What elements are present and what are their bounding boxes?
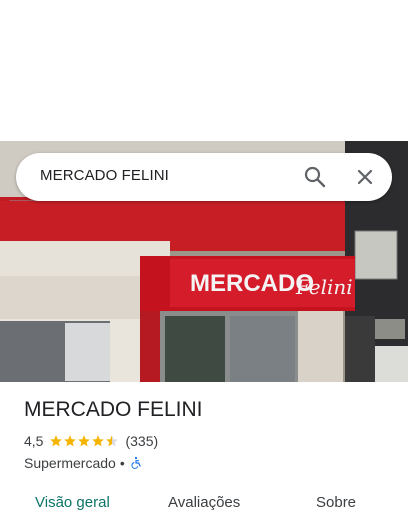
search-input[interactable]: MERCADO FELINI — [40, 167, 169, 184]
tab-about[interactable]: Sobre — [316, 494, 356, 511]
close-button[interactable] — [349, 161, 381, 193]
search-button[interactable] — [299, 161, 331, 193]
tab-overview[interactable]: Visão geral — [35, 494, 110, 511]
star-rating — [49, 434, 119, 448]
rating-row[interactable]: 4,5 (335) — [24, 432, 158, 450]
star-icon — [50, 435, 63, 447]
place-title: MERCADO FELINI — [24, 398, 203, 421]
search-icon — [304, 166, 326, 188]
tab-reviews[interactable]: Avaliações — [168, 494, 240, 511]
star-half-icon — [106, 435, 119, 447]
star-icon — [92, 435, 105, 447]
place-tabs: Visão geral Avaliações Sobre — [0, 486, 408, 522]
category-row: Supermercado • — [24, 454, 143, 472]
star-icon — [64, 435, 77, 447]
wheelchair-icon — [131, 456, 141, 469]
category-label: Supermercado — [24, 455, 116, 471]
star-icon — [78, 435, 91, 447]
search-bar[interactable]: MERCADO FELINI — [16, 153, 392, 201]
rating-value: 4,5 — [24, 433, 44, 449]
reviews-count[interactable]: (335) — [125, 433, 158, 449]
separator-dot: • — [119, 455, 125, 471]
sign-script-text: Felini — [295, 275, 353, 299]
close-icon — [357, 169, 373, 185]
